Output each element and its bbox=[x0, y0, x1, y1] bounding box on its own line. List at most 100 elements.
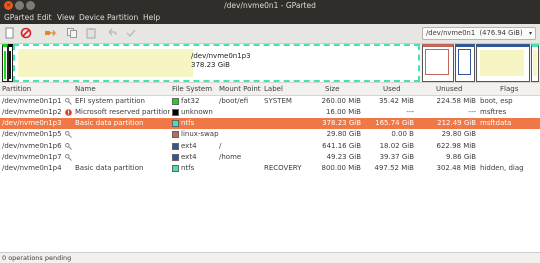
table-row[interactable]: /dev/nvme0n1p7 ext4/home 49.23 GiB 39.37 Gi… bbox=[0, 152, 540, 163]
new-partition-icon[interactable] bbox=[4, 27, 16, 39]
size-cell: 29.80 GiB bbox=[326, 130, 361, 139]
copy-icon[interactable] bbox=[66, 27, 78, 39]
name-cell: Microsoft reserved partition bbox=[75, 107, 170, 116]
filesystem-color-swatch bbox=[172, 142, 179, 150]
device-selector[interactable]: /dev/nvme0n1 (476.94 GiB) ▾ bbox=[422, 27, 536, 40]
undo-icon[interactable] bbox=[106, 27, 118, 39]
toolbar: /dev/nvme0n1 (476.94 GiB) ▾ bbox=[0, 24, 540, 44]
partition-table: Partition Name File System Mount Point L… bbox=[0, 82, 540, 252]
partition-map: /dev/nvme0n1p3 378.23 GiB bbox=[0, 44, 540, 82]
menu-partition[interactable]: Partition bbox=[107, 11, 138, 24]
name-cell: EFI system partition bbox=[75, 96, 145, 105]
unused-cell: 9.86 GiB bbox=[446, 153, 476, 161]
partition-cell: /dev/nvme0n1p2 bbox=[2, 107, 62, 116]
filesystem-color-swatch bbox=[172, 120, 179, 128]
key-icon bbox=[65, 154, 72, 161]
status-bar: 0 operations pending bbox=[0, 252, 540, 262]
used-cell: --- bbox=[406, 107, 414, 116]
table-row[interactable]: /dev/nvme0n1p4 Basic data partition ntfs RE… bbox=[0, 163, 540, 174]
mount-point-cell: / bbox=[219, 141, 222, 150]
resize-move-icon[interactable] bbox=[44, 27, 56, 39]
name-cell bbox=[75, 141, 170, 152]
mount-point-cell bbox=[219, 107, 263, 118]
mount-point-cell: /boot/efi bbox=[219, 96, 249, 105]
map-selected-name: /dev/nvme0n1p3 bbox=[191, 52, 251, 60]
menu-edit[interactable]: Edit bbox=[37, 11, 52, 24]
menu-bar: GParted Edit View Device Partition Help bbox=[0, 11, 540, 24]
mount-point-cell: /home bbox=[219, 153, 242, 161]
column-header-unused[interactable]: Unused bbox=[436, 83, 462, 95]
name-cell: Basic data partition bbox=[75, 119, 144, 128]
unused-cell: 29.80 GiB bbox=[441, 130, 476, 139]
map-selected-size: 378.23 GiB bbox=[191, 61, 230, 69]
column-header-flags[interactable]: Flags bbox=[500, 83, 518, 95]
size-cell: 641.16 GiB bbox=[322, 141, 361, 150]
menu-help[interactable]: Help bbox=[143, 11, 160, 24]
map-segment-p6[interactable] bbox=[455, 44, 475, 82]
name-cell: Basic data partition bbox=[75, 164, 144, 173]
name-cell bbox=[75, 152, 170, 163]
partition-cell: /dev/nvme0n1p7 bbox=[2, 153, 62, 161]
size-cell: 260.00 MiB bbox=[321, 96, 361, 105]
size-cell: 800.00 MiB bbox=[321, 164, 361, 173]
column-header-filesystem[interactable]: File System bbox=[172, 83, 212, 95]
unused-cell: --- bbox=[468, 107, 476, 116]
flags-cell: msftdata bbox=[480, 119, 512, 128]
flags-cell: hidden, diag bbox=[480, 164, 524, 173]
partition-cell: /dev/nvme0n1p6 bbox=[2, 141, 62, 150]
paste-icon[interactable] bbox=[85, 27, 97, 39]
used-cell: 497.52 MiB bbox=[374, 164, 414, 173]
map-segment-p3[interactable]: /dev/nvme0n1p3 378.23 GiB bbox=[13, 44, 420, 82]
column-header-size[interactable]: Size bbox=[325, 83, 339, 95]
menu-gparted[interactable]: GParted bbox=[4, 11, 34, 24]
size-cell: 16.00 MiB bbox=[325, 107, 361, 116]
partition-cell: /dev/nvme0n1p5 bbox=[2, 130, 62, 139]
filesystem-cell: ntfs bbox=[181, 164, 195, 173]
used-cell: 39.37 GiB bbox=[379, 153, 414, 161]
used-cell: 0.00 B bbox=[391, 130, 414, 139]
mount-point-cell bbox=[219, 129, 263, 140]
column-header-used[interactable]: Used bbox=[383, 83, 401, 95]
menu-device[interactable]: Device bbox=[79, 11, 105, 24]
column-header-name[interactable]: Name bbox=[75, 83, 96, 95]
filesystem-color-swatch bbox=[172, 108, 179, 116]
filesystem-cell: ext4 bbox=[181, 141, 197, 150]
column-header-partition[interactable]: Partition bbox=[2, 83, 31, 95]
map-segment-p5[interactable] bbox=[422, 44, 454, 82]
table-row[interactable]: /dev/nvme0n1p2 Microsoft reserved partiti… bbox=[0, 107, 540, 118]
unused-cell: 224.58 MiB bbox=[436, 96, 476, 105]
filesystem-color-swatch bbox=[172, 131, 179, 139]
apply-icon[interactable] bbox=[125, 27, 137, 39]
table-header: Partition Name File System Mount Point L… bbox=[0, 82, 540, 96]
table-row[interactable]: /dev/nvme0n1p5 linux-swap 29.80 GiB 0.00 B 2… bbox=[0, 129, 540, 140]
filesystem-color-swatch bbox=[172, 154, 179, 161]
filesystem-cell: linux-swap bbox=[181, 130, 219, 139]
key-icon bbox=[65, 97, 72, 105]
menu-view[interactable]: View bbox=[57, 11, 75, 24]
unused-cell: 302.48 MiB bbox=[436, 164, 476, 173]
unused-cell: 622.98 MiB bbox=[436, 141, 476, 150]
map-segment-p7[interactable] bbox=[476, 44, 530, 82]
partition-cell: /dev/nvme0n1p1 bbox=[2, 96, 62, 105]
flags-cell: boot, esp bbox=[480, 96, 513, 105]
size-cell: 378.23 GiB bbox=[322, 119, 361, 128]
device-selector-name: /dev/nvme0n1 bbox=[426, 29, 476, 37]
partition-cell: /dev/nvme0n1p3 bbox=[2, 119, 62, 128]
filesystem-cell: unknown bbox=[181, 107, 213, 116]
key-icon bbox=[65, 131, 72, 139]
map-segment-p4[interactable] bbox=[531, 44, 539, 82]
table-row[interactable]: /dev/nvme0n1p1 EFI system partition fat32 /… bbox=[0, 96, 540, 107]
chevron-down-icon: ▾ bbox=[528, 30, 532, 37]
table-row[interactable]: /dev/nvme0n1p3 Basic data partition ntfs 37… bbox=[0, 118, 540, 130]
column-header-label[interactable]: Label bbox=[264, 83, 283, 95]
used-cell: 18.02 GiB bbox=[379, 141, 414, 150]
used-cell: 165.74 GiB bbox=[375, 119, 414, 128]
key-icon bbox=[65, 142, 72, 150]
table-row[interactable]: /dev/nvme0n1p6 ext4 / 641.16 GiB 18.02 GiB 62… bbox=[0, 141, 540, 152]
title-bar: × /dev/nvme0n1 - GParted bbox=[0, 0, 540, 11]
filesystem-cell: fat32 bbox=[181, 96, 200, 105]
delete-icon[interactable] bbox=[20, 27, 32, 39]
flags-cell bbox=[480, 141, 540, 152]
column-header-mount-point[interactable]: Mount Point bbox=[219, 83, 261, 95]
warning-icon bbox=[65, 108, 72, 116]
